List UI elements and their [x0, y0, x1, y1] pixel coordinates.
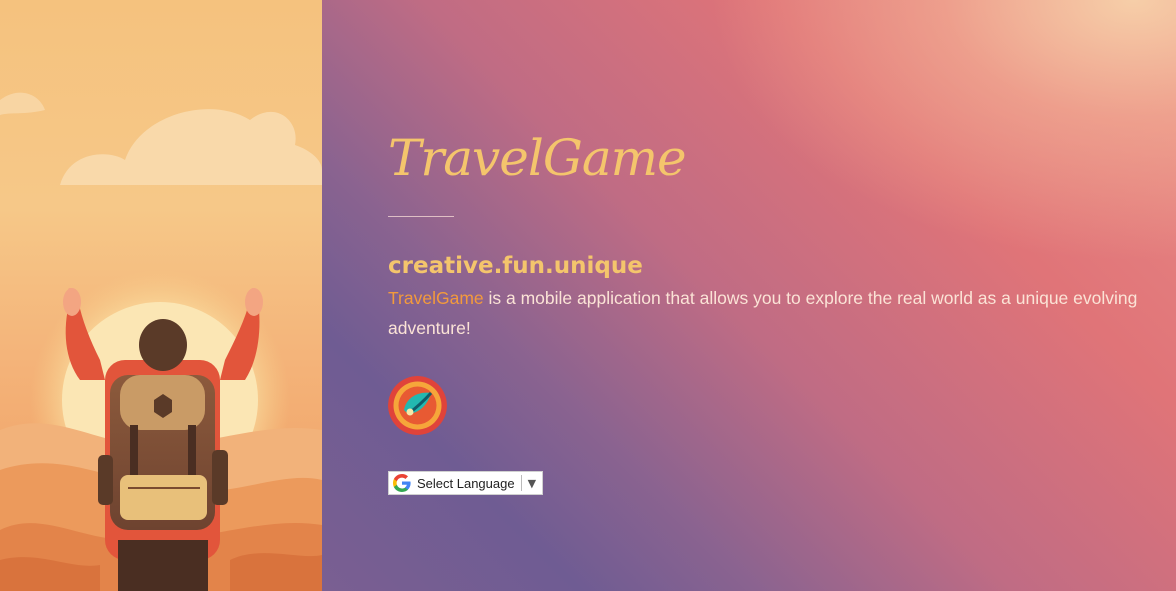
- app-title: TravelGame: [388, 129, 687, 187]
- language-selector-label: Select Language: [417, 475, 515, 491]
- hero-illustration: [0, 0, 322, 591]
- page: TravelGame creative.fun.unique TravelGam…: [0, 0, 1176, 591]
- tagline: creative.fun.unique: [388, 253, 643, 279]
- app-badge-icon[interactable]: [388, 376, 447, 435]
- language-selector[interactable]: Select Language ▼: [388, 471, 543, 495]
- app-description: TravelGame is a mobile application that …: [388, 283, 1138, 343]
- title-divider: [388, 216, 454, 217]
- description-brand: TravelGame: [388, 288, 484, 308]
- description-text: is a mobile application that allows you …: [388, 288, 1138, 338]
- dropdown-caret-icon: ▼: [527, 476, 537, 490]
- language-selector-separator: [520, 475, 522, 491]
- hero-content: TravelGame creative.fun.unique TravelGam…: [388, 118, 1148, 495]
- google-g-icon: [393, 474, 411, 492]
- traveler-illustration-icon: [0, 92, 322, 591]
